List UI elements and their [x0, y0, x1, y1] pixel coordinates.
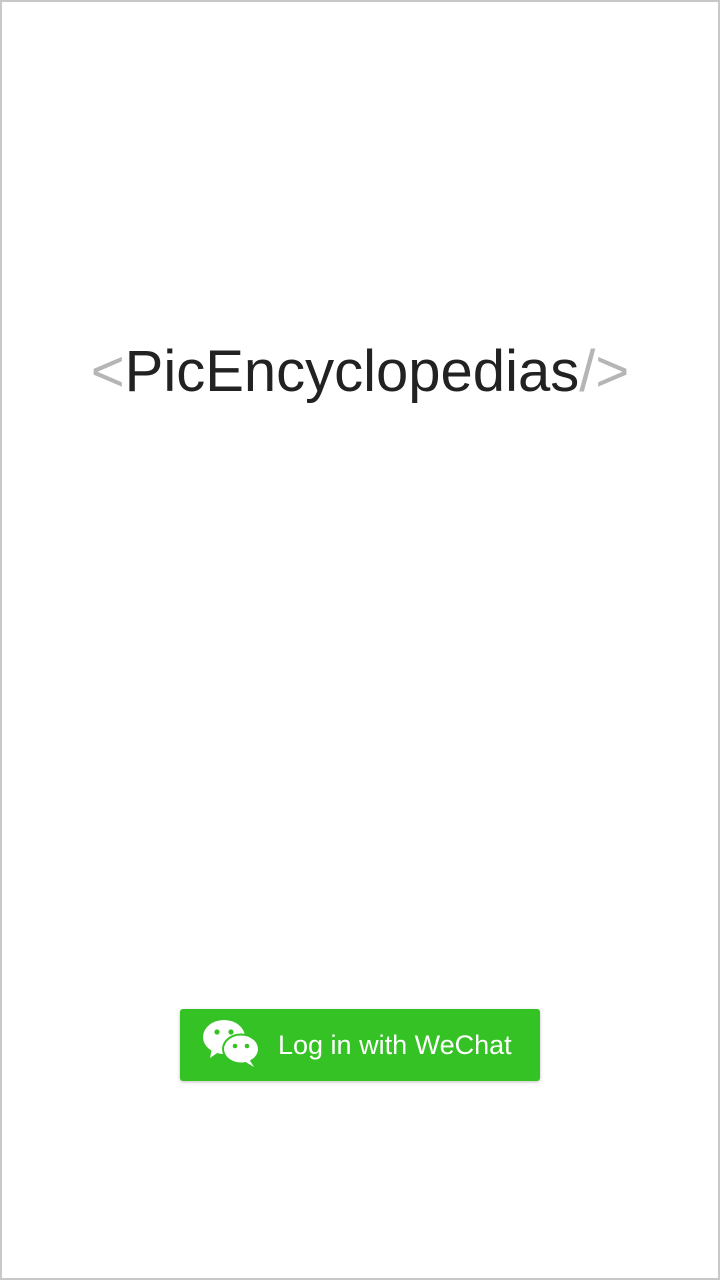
login-screen: <PicEncyclopedias/> Log in with WeChat — [0, 0, 720, 1280]
logo-open-bracket: < — [90, 339, 125, 404]
wechat-login-button[interactable]: Log in with WeChat — [180, 1009, 540, 1081]
wechat-login-label: Log in with WeChat — [278, 1030, 512, 1060]
logo-app-name: PicEncyclopedias — [124, 339, 580, 404]
wechat-icon — [202, 1018, 260, 1068]
app-logo: <PicEncyclopedias/> — [2, 330, 718, 414]
logo-close-bracket: /> — [579, 339, 630, 404]
